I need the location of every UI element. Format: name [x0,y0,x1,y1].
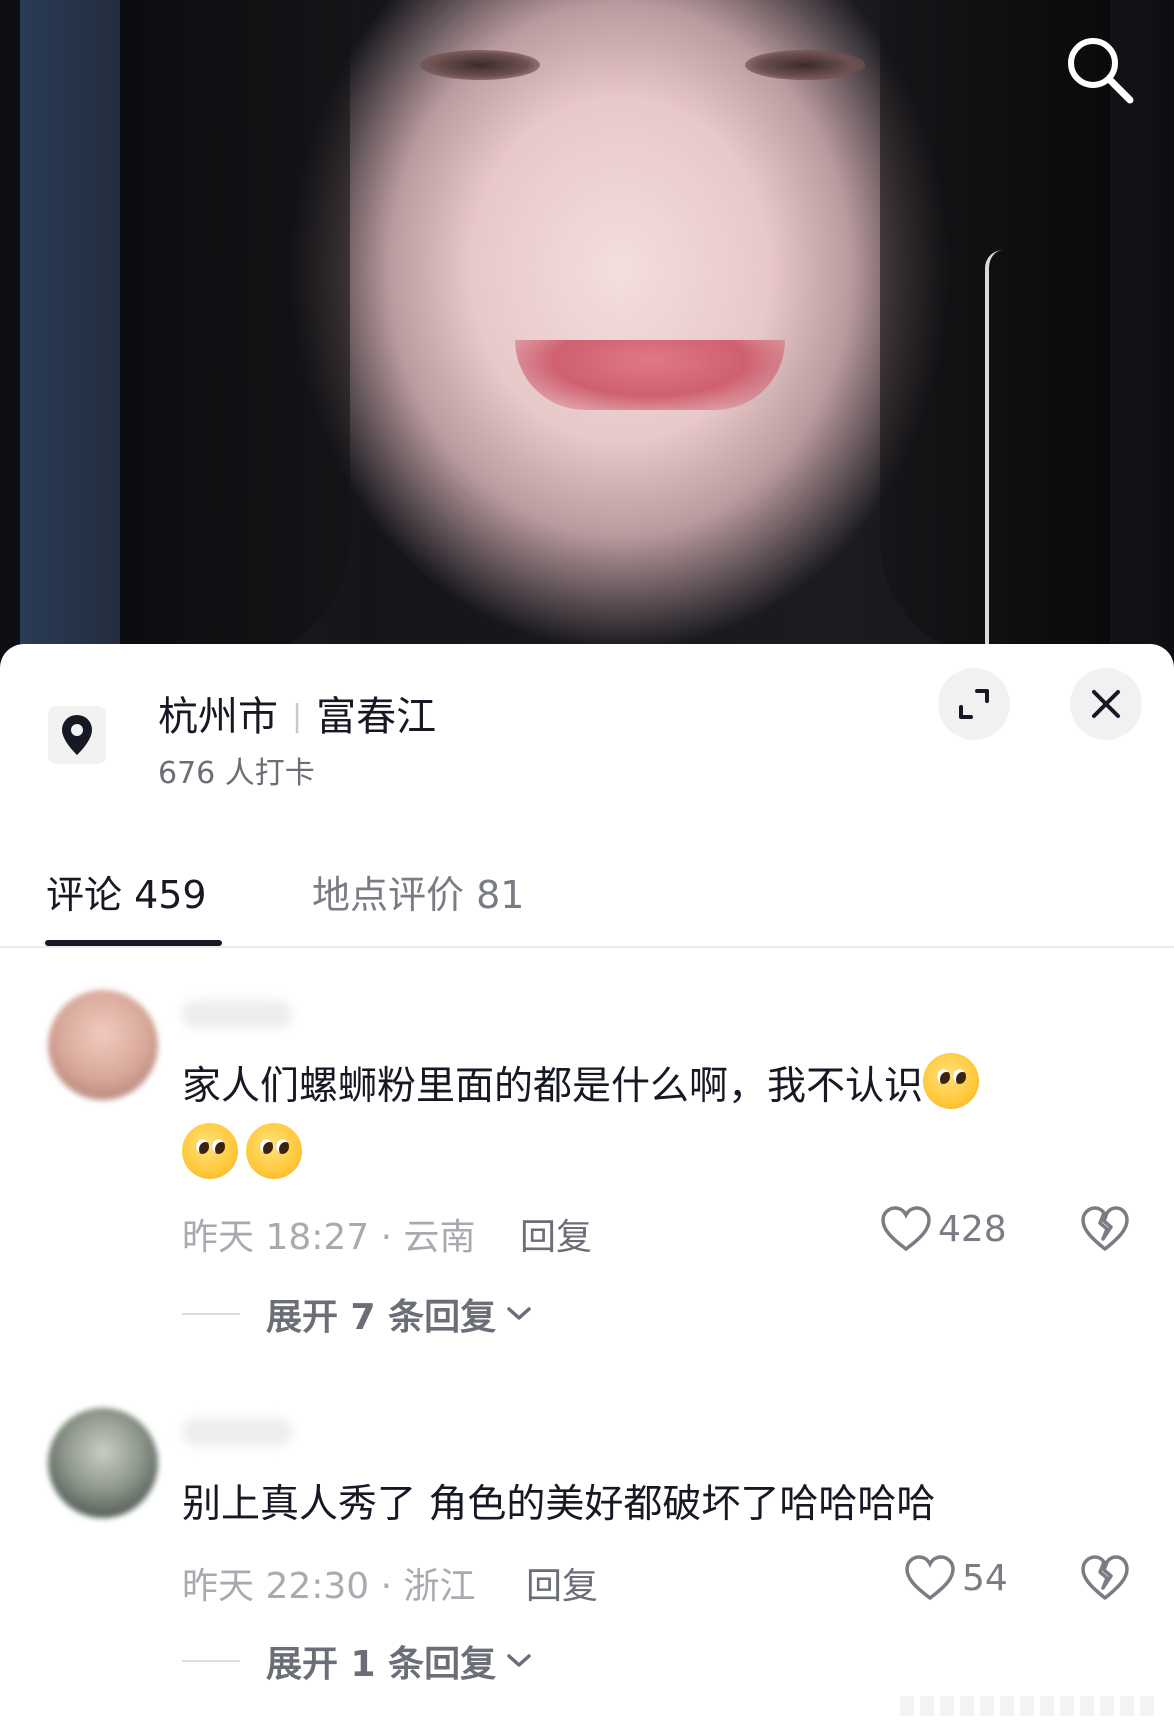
comment-time-location: 昨天 18:27 · 云南 [182,1217,476,1258]
watermark [900,1696,1160,1716]
reply-button[interactable]: 回复 [520,1208,592,1260]
location-pin-icon [62,715,92,755]
comment-text: 家人们螺蛳粉里面的都是什么啊，我不认识 [182,1052,1122,1192]
expand-replies-button[interactable]: 展开 1 条回复 [182,1635,532,1687]
comment-text: 别上真人秀了 角色的美好都破坏了哈哈哈哈 [182,1470,1122,1540]
like-button[interactable]: 428 [880,1205,1007,1253]
video-earphone-cord [985,250,1003,660]
location-separator: | [292,699,303,734]
like-count: 428 [938,1208,1007,1250]
avatar[interactable] [48,990,158,1100]
chevron-down-icon [507,1307,531,1320]
expand-button[interactable] [938,668,1010,740]
username[interactable] [182,1000,292,1028]
location-place: 富春江 [316,694,437,740]
avatar[interactable] [48,1408,158,1518]
expand-replies-button[interactable]: 展开 7 条回复 [182,1288,532,1340]
dislike-button[interactable] [1080,1554,1130,1606]
comment-time-location: 昨天 22:30 · 浙江 [182,1566,476,1607]
video-mouth [515,340,785,410]
comment-text-body: 别上真人秀了 角色的美好都破坏了哈哈哈哈 [182,1482,936,1527]
broken-heart-icon [1081,1555,1129,1600]
reply-button[interactable]: 回复 [526,1557,598,1609]
pleading-emoji-icon [246,1123,302,1179]
tab-active-indicator [45,940,222,946]
pleading-emoji-icon [923,1053,980,1109]
username[interactable] [182,1418,292,1446]
expand-divider [182,1660,240,1662]
pleading-emoji-icon [182,1123,238,1179]
video-eye-right [745,50,865,80]
comment-text-body: 家人们螺蛳粉里面的都是什么啊，我不认识 [182,1064,924,1109]
close-icon [1092,690,1120,718]
expand-replies-label: 展开 1 条回复 [266,1644,497,1685]
expand-divider [182,1313,240,1315]
expand-replies-label: 展开 7 条回复 [266,1297,497,1338]
heart-icon [881,1206,931,1252]
video-eye-left [420,50,540,80]
chevron-down-icon [507,1654,531,1667]
broken-heart-icon [1081,1206,1129,1251]
heart-icon [905,1555,955,1601]
search-button[interactable] [1060,30,1140,110]
like-button[interactable]: 54 [904,1554,1008,1602]
video-player[interactable] [0,0,1174,680]
tab-comments[interactable]: 评论 459 [46,864,207,919]
video-hair-left [120,0,350,660]
search-icon [1068,38,1134,104]
like-count: 54 [962,1557,1008,1599]
location-pin-box [48,706,106,764]
location-checkins: 676 人打卡 [158,756,315,791]
location-city: 杭州市 [158,694,278,740]
dislike-button[interactable] [1080,1205,1130,1257]
expand-icon [959,689,989,719]
tab-place-reviews[interactable]: 地点评价 81 [312,864,524,919]
tab-bar: 评论 459 地点评价 81 [0,864,1174,948]
location-title[interactable]: 杭州市 | 富春江 [158,684,436,742]
close-button[interactable] [1070,668,1142,740]
